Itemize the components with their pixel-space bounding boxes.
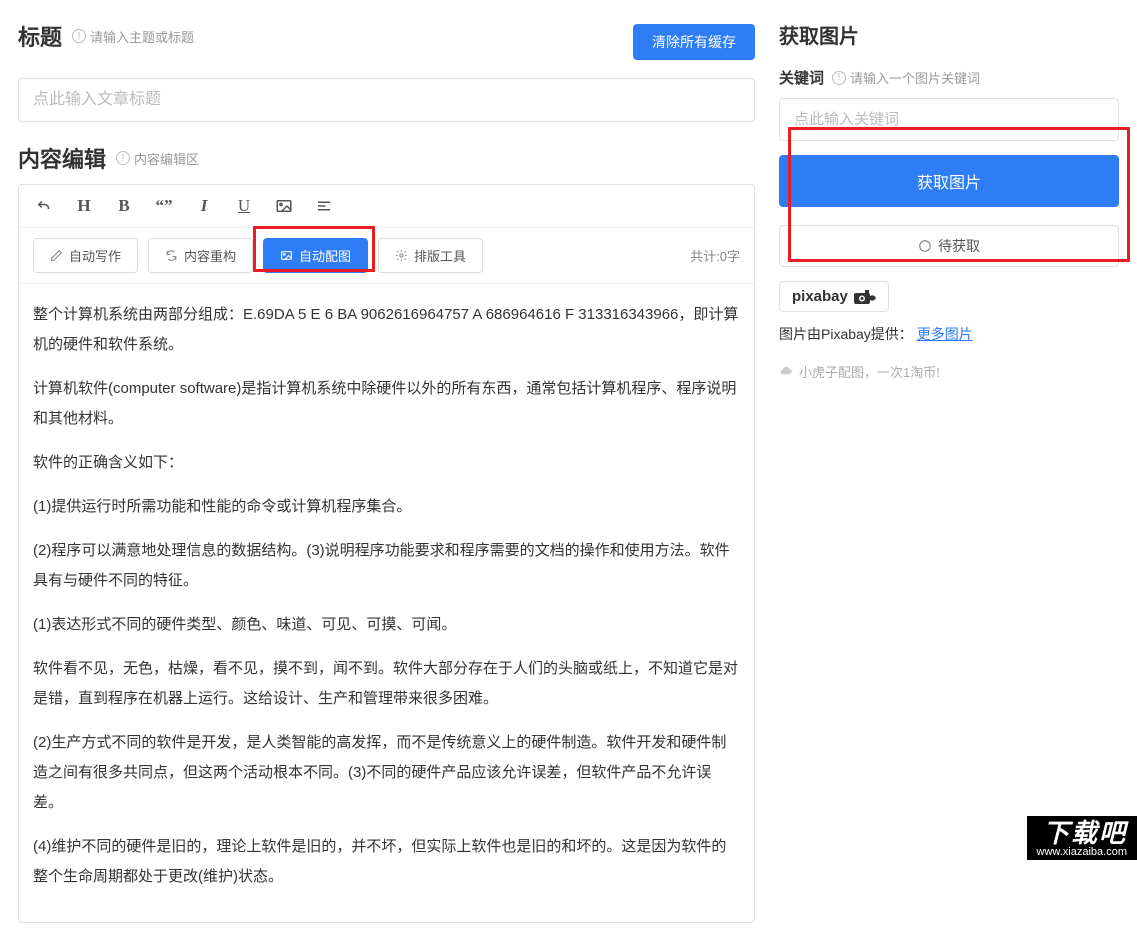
- italic-icon[interactable]: I: [193, 195, 215, 217]
- circle-icon: [918, 239, 932, 253]
- editor-content[interactable]: 整个计算机系统由两部分组成：E.69DA 5 E 6 BA 9062616964…: [19, 284, 754, 922]
- content-edit-header: 内容编辑 ! 内容编辑区: [18, 142, 755, 174]
- pencil-icon: [50, 249, 63, 262]
- undo-icon[interactable]: [33, 195, 55, 217]
- underline-icon[interactable]: U: [233, 195, 255, 217]
- content-paragraph: (1)表达形式不同的硬件类型、颜色、味道、可见、可摸、可闻。: [33, 610, 740, 640]
- title-label: 标题: [18, 20, 62, 52]
- info-icon: !: [116, 151, 130, 165]
- content-paragraph: (2)生产方式不同的软件是开发，是人类智能的高发挥，而不是传统意义上的硬件制造。…: [33, 728, 740, 818]
- content-edit-label: 内容编辑: [18, 142, 106, 174]
- auto-write-button[interactable]: 自动写作: [33, 238, 138, 273]
- info-icon: !: [832, 71, 846, 85]
- restructure-button[interactable]: 内容重构: [148, 238, 253, 273]
- get-image-title: 获取图片: [779, 20, 1119, 49]
- main-column: 标题 ! 请输入主题或标题 清除所有缓存 内容编辑 ! 内容编辑区 H B “”: [18, 20, 755, 923]
- watermark-url: www.xiazaiba.com: [1037, 846, 1127, 858]
- keyword-input[interactable]: [779, 98, 1119, 141]
- title-header-row: 标题 ! 请输入主题或标题 清除所有缓存: [18, 20, 755, 64]
- camera-icon: [854, 290, 876, 304]
- heading-icon[interactable]: H: [73, 195, 95, 217]
- more-images-link[interactable]: 更多图片: [917, 326, 973, 342]
- title-hint-text: 请输入主题或标题: [90, 27, 194, 46]
- info-icon: !: [72, 29, 86, 43]
- content-paragraph: 软件看不见，无色，枯燥，看不见，摸不到，闻不到。软件大部分存在于人们的头脑或纸上…: [33, 654, 740, 714]
- clear-cache-button[interactable]: 清除所有缓存: [633, 24, 755, 60]
- title-header: 标题 ! 请输入主题或标题: [18, 20, 194, 52]
- refresh-icon: [165, 249, 178, 262]
- watermark-big: 下载吧: [1037, 820, 1127, 846]
- content-edit-hint: ! 内容编辑区: [116, 149, 199, 168]
- content-paragraph: 软件的正确含义如下：: [33, 448, 740, 478]
- pixabay-text: pixabay: [792, 288, 848, 305]
- article-title-input[interactable]: [18, 78, 755, 122]
- pixabay-badge: pixabay: [779, 281, 889, 312]
- word-count: 共计:0字: [690, 246, 740, 265]
- auto-image-button[interactable]: 自动配图: [263, 238, 368, 273]
- content-paragraph: 整个计算机系统由两部分组成：E.69DA 5 E 6 BA 9062616964…: [33, 300, 740, 360]
- content-edit-hint-text: 内容编辑区: [134, 149, 199, 168]
- content-paragraph: 计算机软件(computer software)是指计算机系统中除硬件以外的所有…: [33, 374, 740, 434]
- action-toolbar: 自动写作 内容重构 自动配图 排版工具 共计:0字: [19, 228, 754, 284]
- sidebar-column: 获取图片 关键词 ! 请输入一个图片关键词 获取图片 待获取 pixabay 图…: [779, 20, 1119, 923]
- keyword-label-row: 关键词 ! 请输入一个图片关键词: [779, 67, 1119, 88]
- footer-note: 小虎子配图，一次1淘币!: [779, 362, 1119, 381]
- image-icon[interactable]: [273, 195, 295, 217]
- align-icon[interactable]: [313, 195, 335, 217]
- get-image-button[interactable]: 获取图片: [779, 155, 1119, 207]
- watermark: 下载吧 www.xiazaiba.com: [1027, 816, 1137, 860]
- content-paragraph: (1)提供运行时所需功能和性能的命令或计算机程序集合。: [33, 492, 740, 522]
- cloud-icon: [779, 365, 793, 379]
- title-hint: ! 请输入主题或标题: [72, 27, 194, 46]
- content-paragraph: (2)程序可以满意地处理信息的数据结构。(3)说明程序功能要求和程序需要的文档的…: [33, 536, 740, 596]
- pending-button[interactable]: 待获取: [779, 225, 1119, 267]
- content-paragraph: (4)维护不同的硬件是旧的，理论上软件是旧的，并不坏，但实际上软件也是旧的和坏的…: [33, 832, 740, 892]
- layout-tool-button[interactable]: 排版工具: [378, 238, 483, 273]
- editor-box: H B “” I U 自动写作 内容重构 自动配图: [18, 184, 755, 923]
- keyword-label: 关键词: [779, 67, 824, 88]
- bold-icon[interactable]: B: [113, 195, 135, 217]
- provider-text: 图片由Pixabay提供： 更多图片: [779, 324, 1119, 344]
- format-toolbar: H B “” I U: [19, 185, 754, 228]
- image-icon: [280, 249, 293, 262]
- quote-icon[interactable]: “”: [153, 195, 175, 217]
- settings-icon: [395, 249, 408, 262]
- keyword-hint: ! 请输入一个图片关键词: [832, 68, 980, 87]
- keyword-hint-text: 请输入一个图片关键词: [850, 68, 980, 87]
